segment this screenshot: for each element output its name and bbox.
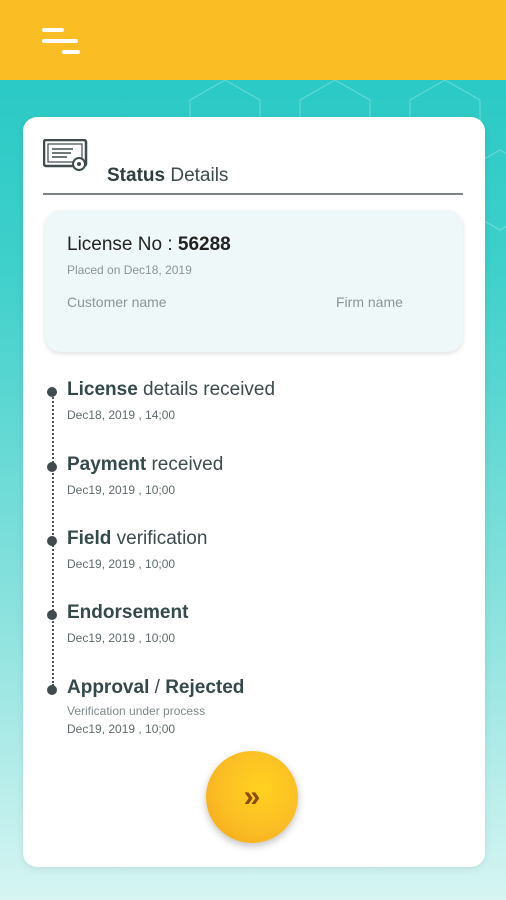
certificate-icon <box>43 139 88 171</box>
step-date: Dec19, 2019 , 10;00 <box>67 483 176 497</box>
status-card: Status Details License No : 56288 Placed… <box>23 117 485 867</box>
step-status-note: Verification under process <box>67 704 206 718</box>
double-chevron-right-icon: » <box>243 780 261 813</box>
step-date: Dec19, 2019 , 10;00 <box>67 557 176 571</box>
menu-icon[interactable] <box>40 26 84 58</box>
next-button[interactable]: » <box>206 751 298 843</box>
timeline-dot <box>47 685 57 695</box>
license-summary: License No : 56288 Placed on Dec18, 2019… <box>45 210 463 352</box>
top-app-bar <box>0 0 506 80</box>
step-date: Dec19, 2019 , 10;00 <box>67 631 176 645</box>
step-title: Payment received <box>67 454 224 475</box>
timeline-dot <box>47 610 57 620</box>
step-title: Endorsement <box>67 602 189 623</box>
license-number: License No : 56288 <box>67 234 231 255</box>
placed-on-date: Placed on Dec18, 2019 <box>67 263 192 277</box>
page-title: Status Details <box>107 165 229 186</box>
step-title: License details received <box>67 379 276 400</box>
step-title: Approval / Rejected <box>67 677 245 698</box>
firm-name-label: Firm name <box>336 294 403 310</box>
step-title: Field verification <box>67 528 208 549</box>
card-header: Status Details <box>43 135 463 195</box>
timeline-dot <box>47 462 57 472</box>
timeline-dot <box>47 536 57 546</box>
customer-name-label: Customer name <box>67 294 167 310</box>
step-date: Dec19, 2019 , 10;00 <box>67 722 176 736</box>
step-date: Dec18, 2019 , 14;00 <box>67 408 176 422</box>
timeline-dot <box>47 387 57 397</box>
